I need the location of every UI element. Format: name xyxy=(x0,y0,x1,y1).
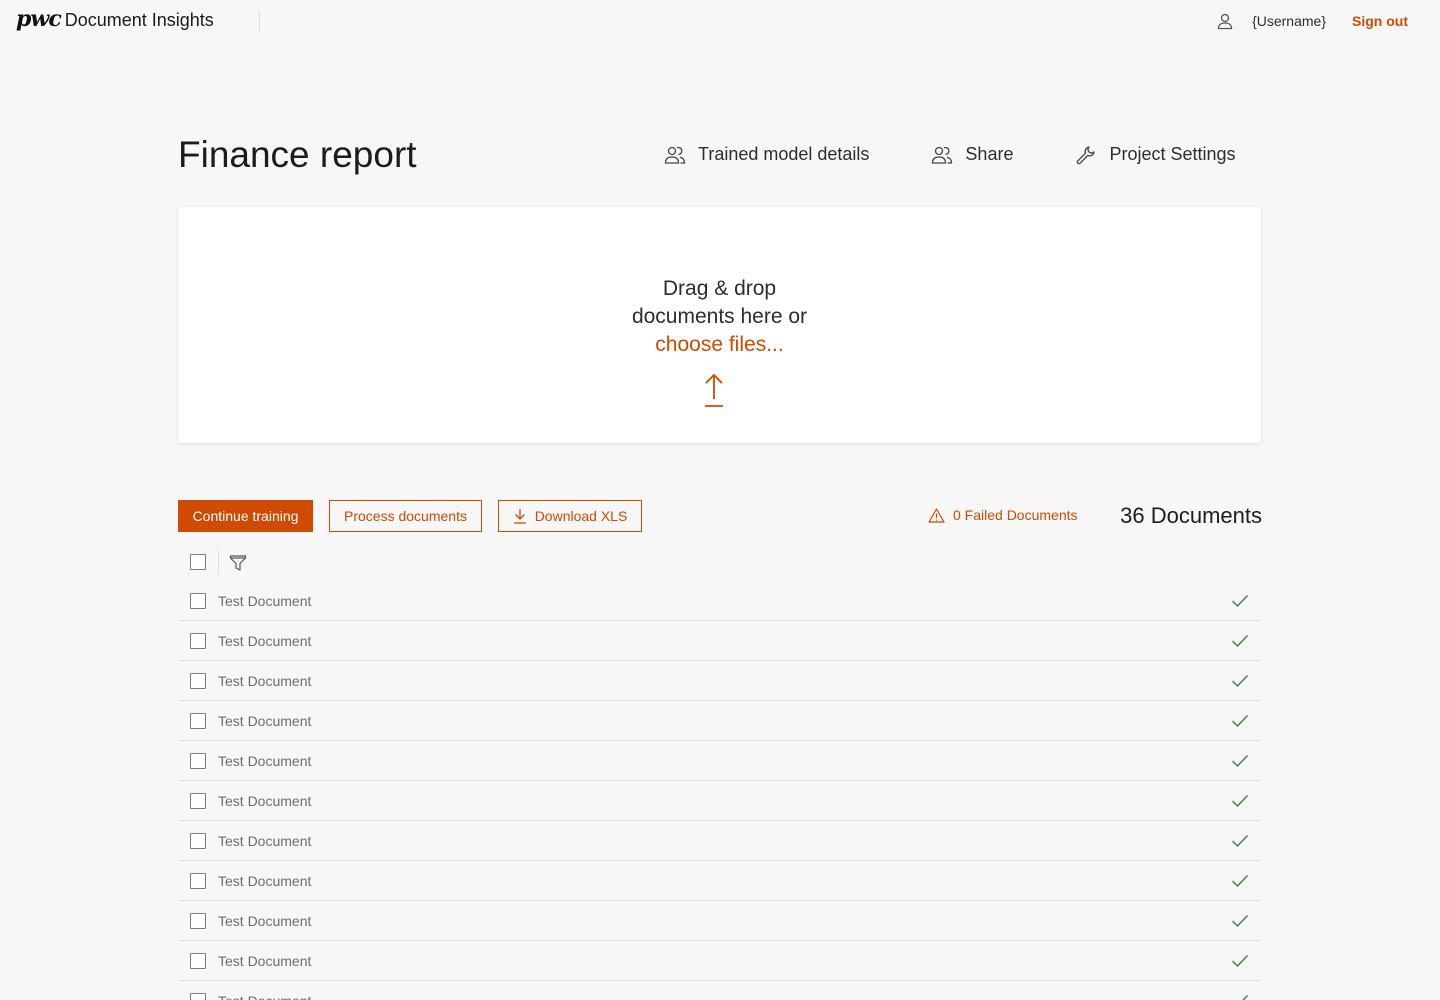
document-row[interactable]: Test Document xyxy=(178,581,1261,621)
document-name[interactable]: Test Document xyxy=(218,753,311,769)
top-bar: pwc Document Insights {Username} Sign ou… xyxy=(0,0,1440,44)
document-checkbox[interactable] xyxy=(190,793,206,809)
list-header xyxy=(178,550,1261,574)
process-documents-button[interactable]: Process documents xyxy=(329,500,482,532)
user-area: {Username} Sign out xyxy=(1216,12,1408,30)
document-checkbox[interactable] xyxy=(190,833,206,849)
document-checkbox[interactable] xyxy=(190,993,206,1000)
document-checkbox[interactable] xyxy=(190,633,206,649)
document-row[interactable]: Test Document xyxy=(178,821,1261,861)
document-row[interactable]: Test Document xyxy=(178,741,1261,781)
checkmark-icon xyxy=(1232,795,1249,808)
brand[interactable]: pwc Document Insights xyxy=(16,6,214,32)
download-xls-button[interactable]: Download XLS xyxy=(498,500,642,532)
document-row[interactable]: Test Document xyxy=(178,941,1261,981)
document-name[interactable]: Test Document xyxy=(218,993,311,1000)
username: {Username} xyxy=(1252,13,1326,29)
document-name[interactable]: Test Document xyxy=(218,833,311,849)
checkmark-icon xyxy=(1232,675,1249,688)
wrench-icon xyxy=(1077,145,1096,164)
document-row[interactable]: Test Document xyxy=(178,661,1261,701)
pwc-logo: pwc xyxy=(16,6,62,32)
document-name[interactable]: Test Document xyxy=(218,673,311,689)
people-icon xyxy=(664,146,686,164)
upload-dropzone[interactable]: Drag & drop documents here or choose fil… xyxy=(178,207,1261,443)
user-icon xyxy=(1217,13,1233,30)
document-name[interactable]: Test Document xyxy=(218,593,311,609)
document-checkbox[interactable] xyxy=(190,673,206,689)
checkmark-icon xyxy=(1232,835,1249,848)
checkmark-icon xyxy=(1242,995,1249,1000)
project-settings-button[interactable]: Project Settings xyxy=(1075,144,1236,165)
document-name[interactable]: Test Document xyxy=(218,633,311,649)
document-name[interactable]: Test Document xyxy=(218,913,311,929)
brand-divider xyxy=(259,12,260,32)
dropzone-line-2: documents here or xyxy=(631,305,808,328)
checkmark-icon xyxy=(1232,955,1249,968)
checkmark-icon xyxy=(1232,595,1249,608)
document-checkbox[interactable] xyxy=(190,873,206,889)
document-row[interactable]: Test Document xyxy=(178,701,1261,741)
project-settings-label: Project Settings xyxy=(1109,144,1236,164)
document-row[interactable]: Test Document xyxy=(178,901,1261,941)
choose-files-link[interactable]: choose files... xyxy=(178,331,1261,359)
document-checkbox[interactable] xyxy=(190,913,206,929)
share-label: Share xyxy=(965,144,1014,164)
failed-documents-link[interactable]: 0 Failed Documents xyxy=(928,507,1078,523)
sign-out-link[interactable]: Sign out xyxy=(1352,13,1408,29)
document-list: Test Document Test Document Test Document T… xyxy=(178,581,1261,1000)
upload-arrow-icon xyxy=(705,373,723,407)
document-row[interactable]: Test Document xyxy=(178,861,1261,901)
document-name[interactable]: Test Document xyxy=(218,793,311,809)
failed-documents-label: 0 Failed Documents xyxy=(953,507,1078,523)
document-name[interactable]: Test Document xyxy=(218,713,311,729)
document-name[interactable]: Test Document xyxy=(218,873,311,889)
page-title: Finance report xyxy=(178,134,417,175)
trained-model-details-button[interactable]: Trained model details xyxy=(664,144,869,165)
checkmark-icon xyxy=(1232,915,1249,928)
dropzone-line-1: Drag & drop xyxy=(662,277,777,300)
document-row[interactable]: Test Document xyxy=(178,621,1261,661)
checkmark-icon xyxy=(1232,755,1249,768)
download-xls-label: Download XLS xyxy=(534,508,628,524)
continue-training-button[interactable]: Continue training xyxy=(178,500,313,532)
checkmark-icon xyxy=(1232,715,1249,728)
document-row[interactable]: Test Document xyxy=(178,781,1261,821)
share-button[interactable]: Share xyxy=(931,144,1013,165)
warning-icon xyxy=(928,507,945,523)
checkmark-icon xyxy=(1232,635,1249,648)
select-all-checkbox[interactable] xyxy=(190,554,206,570)
document-checkbox[interactable] xyxy=(190,953,206,969)
header-actions: Trained model details Share Project Sett… xyxy=(664,144,1236,165)
dropzone-text: Drag & drop documents here or choose fil… xyxy=(178,275,1261,359)
people-icon xyxy=(932,146,953,164)
list-header-divider xyxy=(218,550,219,574)
document-name[interactable]: Test Document xyxy=(218,953,311,969)
document-checkbox[interactable] xyxy=(190,713,206,729)
document-checkbox[interactable] xyxy=(190,753,206,769)
checkmark-icon xyxy=(1232,875,1249,888)
app-name: Document Insights xyxy=(64,10,214,30)
filter-icon[interactable] xyxy=(229,554,247,572)
document-count: 36 Documents xyxy=(1120,503,1262,528)
download-icon xyxy=(513,509,526,524)
trained-model-details-label: Trained model details xyxy=(698,144,870,164)
document-row[interactable]: Test Document xyxy=(178,981,1261,1000)
document-checkbox[interactable] xyxy=(190,593,206,609)
